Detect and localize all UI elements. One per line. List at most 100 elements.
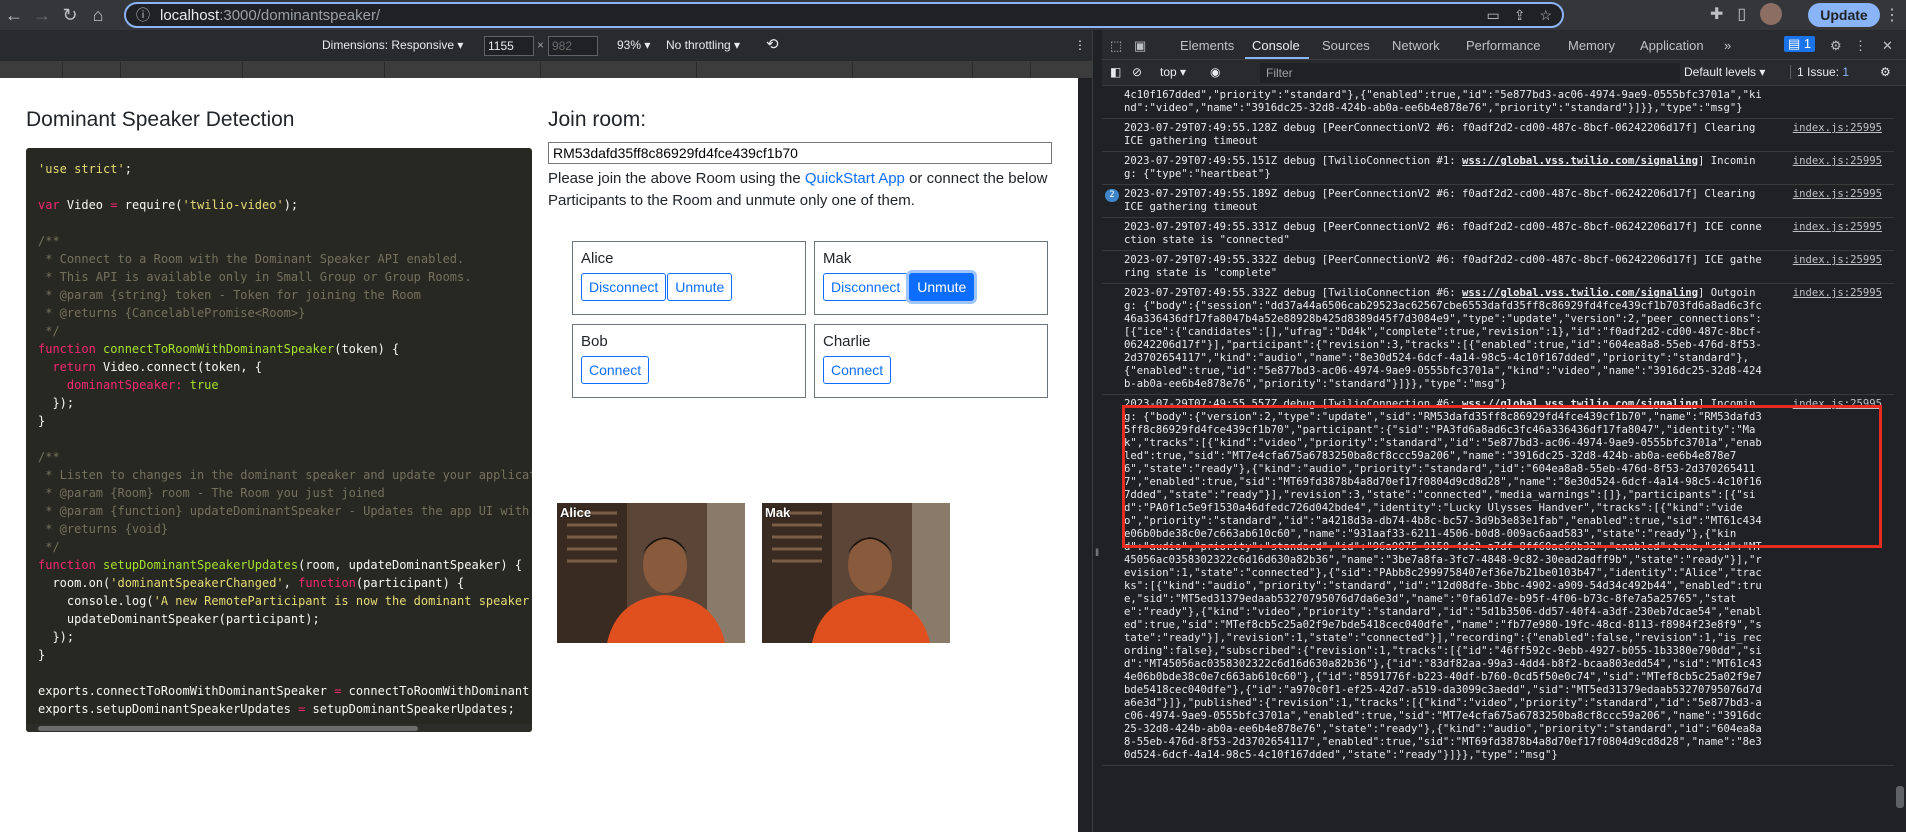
device-toggle-icon[interactable]: ▣ [1134, 38, 1146, 54]
console-filter-input[interactable]: Filter [1260, 63, 1680, 83]
quickstart-link[interactable]: QuickStart App [805, 170, 905, 187]
reload-icon[interactable]: ↻ [56, 5, 84, 26]
viewport-scrollbar[interactable] [1078, 78, 1092, 832]
console-scrollbar[interactable] [1894, 86, 1906, 832]
back-icon[interactable]: ← [0, 5, 28, 26]
code-scrollbar[interactable] [26, 724, 532, 732]
live-expression-icon[interactable]: ◉ [1210, 65, 1220, 79]
ruler-segment [384, 62, 385, 78]
code-line: exports.connectToRoomWithDominantSpeaker… [38, 682, 532, 700]
code-line: room.on('dominantSpeakerChanged', functi… [38, 574, 532, 592]
source-link[interactable]: index.js:25995 [1793, 188, 1882, 201]
code-line: /** [38, 448, 532, 466]
source-link[interactable]: index.js:25995 [1793, 122, 1882, 135]
share-icon[interactable]: ⇪ [1514, 7, 1526, 24]
height-input[interactable]: 982 [548, 36, 598, 56]
source-link[interactable]: index.js:25995 [1793, 254, 1882, 267]
code-token: * @returns {void} [38, 522, 169, 536]
extensions-icon[interactable]: ✚ [1710, 4, 1723, 24]
url-path: :3000/dominantspeaker/ [219, 6, 381, 24]
code-token: */ [38, 324, 60, 338]
settings-gear-icon[interactable]: ⚙ [1830, 38, 1842, 54]
issues-counter[interactable]: 1 Issue: 1 [1790, 65, 1849, 79]
tab-memory[interactable]: Memory [1568, 38, 1615, 53]
more-tabs-icon[interactable]: » [1724, 38, 1731, 53]
signaling-url-link[interactable]: wss://global.vss.twilio.com/signaling [1462, 287, 1698, 299]
zoom-dropdown[interactable]: 93% ▾ [617, 38, 650, 52]
room-sid-input[interactable]: RM53dafd35ff8c86929fd4fce439cf1b70 [548, 142, 1052, 164]
alice-disconnect-button[interactable]: Disconnect [581, 273, 667, 301]
tab-console[interactable]: Console [1252, 38, 1300, 53]
camera-icon[interactable]: ▭ [1486, 7, 1499, 24]
source-link[interactable]: index.js:25995 [1793, 287, 1882, 300]
sidebar-toggle-icon[interactable]: ◧ [1110, 65, 1121, 79]
site-info-icon[interactable]: ⓘ [136, 5, 150, 25]
console-message[interactable]: 2023-07-29T07:49:55.332Z debug [TwilioCo… [1102, 284, 1894, 395]
code-scroll-thumb[interactable] [38, 726, 418, 731]
address-bar[interactable]: ⓘ localhost:3000/dominantspeaker/ ▭ ⇪ ☆ [124, 2, 1564, 28]
devtools-splitter[interactable]: ‖ [1092, 30, 1102, 832]
console-message[interactable]: 2023-07-29T07:49:55.151Z debug [TwilioCo… [1102, 152, 1894, 185]
code-line: exports.setupDominantSpeakerUpdates = se… [38, 700, 532, 718]
home-icon[interactable]: ⌂ [84, 5, 112, 26]
messages-badge[interactable]: ▤ 1 [1784, 36, 1816, 52]
bob-connect-button[interactable]: Connect [581, 356, 650, 384]
side-panel-icon[interactable]: ▯ [1737, 4, 1746, 24]
width-input[interactable]: 1155 [484, 36, 534, 56]
code-token: * @returns {CancelablePromise<Room>} [38, 306, 306, 320]
source-link[interactable]: index.js:25995 [1793, 221, 1882, 234]
console-scroll-thumb[interactable] [1896, 786, 1904, 808]
participant-card-bob: Bob Connect [572, 324, 806, 398]
profile-avatar[interactable] [1760, 3, 1783, 25]
alice-unmute-button[interactable]: Unmute [667, 273, 733, 301]
ruler-segment [242, 62, 243, 78]
close-icon[interactable]: ✕ [1882, 38, 1893, 54]
tab-elements[interactable]: Elements [1180, 38, 1234, 53]
throttling-dropdown[interactable]: No throttling ▾ [666, 38, 740, 52]
bookmark-star-icon[interactable]: ☆ [1539, 7, 1552, 24]
console-settings-gear-icon[interactable]: ⚙ [1880, 65, 1891, 79]
dimensions-dropdown[interactable]: Dimensions: Responsive ▾ [322, 38, 463, 52]
console-message[interactable]: 2023-07-29T07:49:55.332Z debug [PeerConn… [1102, 251, 1894, 284]
code-line: * @returns {void} [38, 520, 532, 538]
console-message[interactable]: 4c10f167dded","priority":"standard"},{"e… [1102, 86, 1894, 119]
charlie-connect-button[interactable]: Connect [823, 356, 892, 384]
media-query-ruler[interactable] [0, 62, 1092, 78]
tab-application[interactable]: Application [1640, 38, 1704, 53]
code-line: console.log('A new RemoteParticipant is … [38, 592, 532, 610]
levels-dropdown[interactable]: Default levels ▾ [1684, 65, 1765, 79]
mak-unmute-button[interactable]: Unmute [909, 273, 975, 301]
forward-icon[interactable]: → [28, 5, 56, 26]
source-link[interactable]: index.js:25995 [1793, 155, 1882, 168]
message-text: 2023-07-29T07:49:55.189Z debug [PeerConn… [1124, 188, 1762, 213]
rotate-icon[interactable]: ⟲ [766, 35, 779, 53]
inspect-element-icon[interactable]: ⬚ [1110, 38, 1122, 54]
splitter-grip-icon[interactable]: ‖ [1095, 548, 1099, 559]
tab-sources[interactable]: Sources [1322, 38, 1370, 53]
devtools-menu-icon[interactable]: ⋮ [1854, 38, 1867, 54]
update-button[interactable]: Update [1808, 3, 1880, 27]
console-message[interactable]: 2023-07-29T07:49:55.331Z debug [PeerConn… [1102, 218, 1894, 251]
code-token: * This API is available only in Small Gr… [38, 270, 472, 284]
context-selector[interactable]: top ▾ [1160, 65, 1186, 79]
code-line: return Video.connect(token, { [38, 358, 532, 376]
code-line: var Video = require('twilio-video'); [38, 196, 532, 214]
device-more-icon[interactable]: ⋮ [1074, 38, 1086, 52]
code-line: * Listen to changes in the dominant spea… [38, 466, 532, 484]
signaling-url-link[interactable]: wss://global.vss.twilio.com/signaling [1462, 155, 1698, 167]
clear-console-icon[interactable]: ⊘ [1132, 65, 1142, 79]
mak-disconnect-button[interactable]: Disconnect [823, 273, 909, 301]
browser-menu-icon[interactable]: ⋮ [1884, 5, 1900, 25]
tab-performance[interactable]: Performance [1466, 38, 1540, 53]
code-token: exports.setupDominantSpeakerUpdates [38, 702, 299, 716]
console-message[interactable]: 2 2023-07-29T07:49:55.189Z debug [PeerCon… [1102, 185, 1894, 218]
code-token: setupDominantSpeakerUpdates [103, 558, 299, 572]
tab-network[interactable]: Network [1392, 38, 1440, 53]
code-token: (token) { [334, 342, 400, 356]
code-token: /** [38, 234, 60, 248]
console-message[interactable]: 2023-07-29T07:49:55.128Z debug [PeerConn… [1102, 119, 1894, 152]
